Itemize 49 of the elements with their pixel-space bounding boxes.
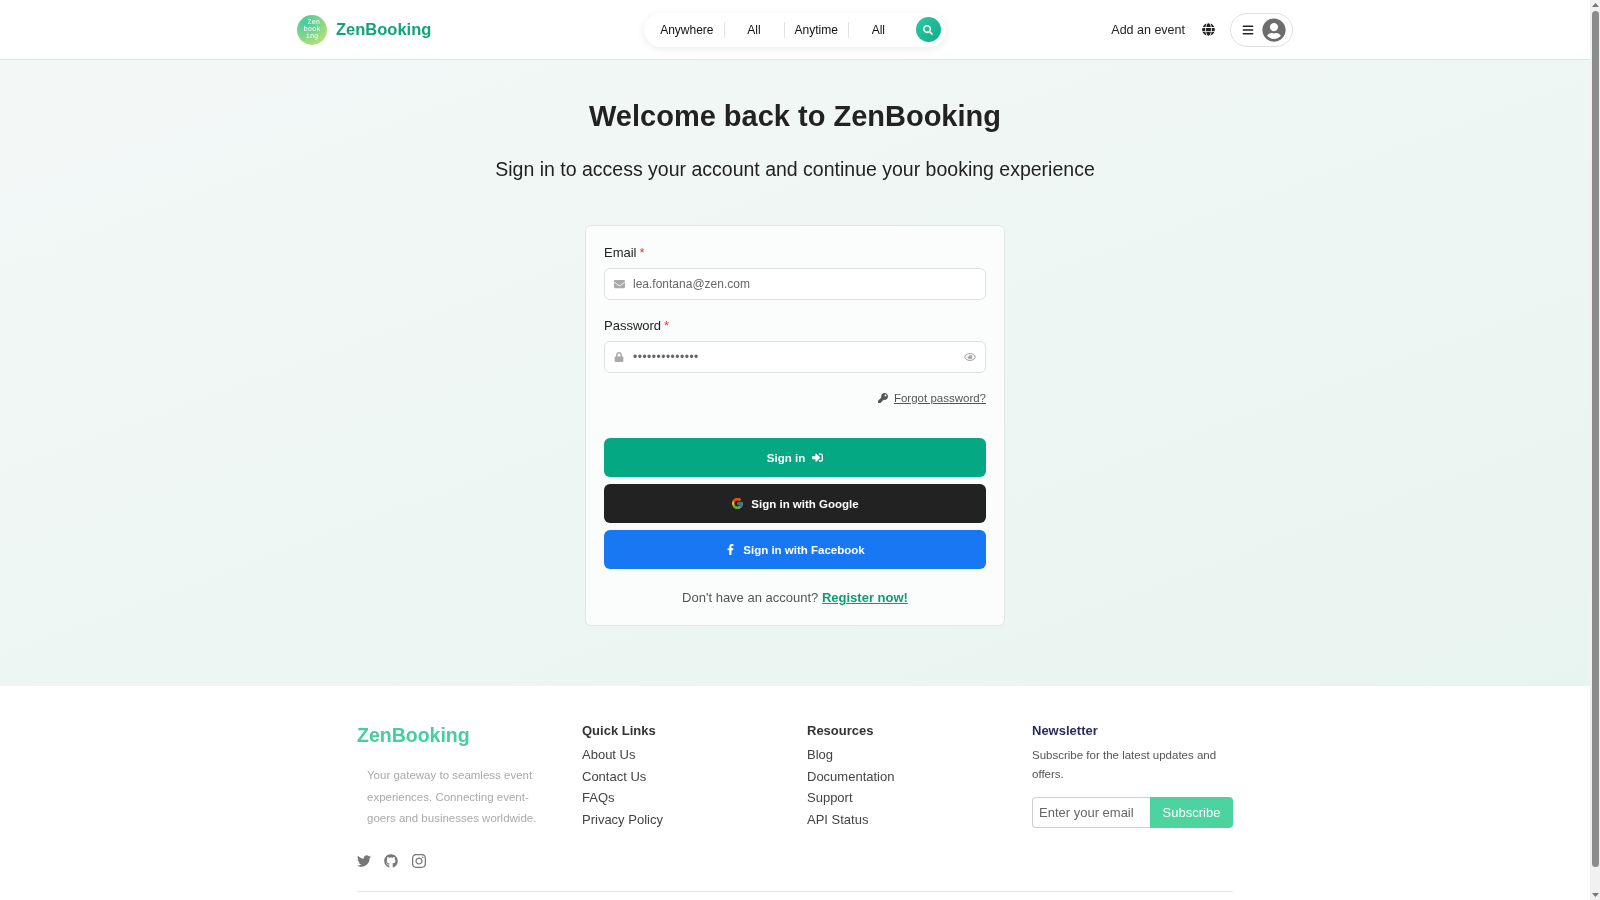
search-filter[interactable]: All xyxy=(723,21,784,38)
footer-heading: Quick Links xyxy=(582,723,657,739)
password-field[interactable]: •••••••••••••• xyxy=(604,341,986,373)
scroll-up-icon[interactable] xyxy=(1591,3,1599,7)
search-filter[interactable]: Anytime xyxy=(783,21,848,38)
footer-link[interactable]: Blog xyxy=(807,744,1032,766)
field-label: Email * xyxy=(604,245,646,261)
page-subtitle: Sign in to access your account and continue your booking experience xyxy=(495,157,1095,182)
key-icon xyxy=(877,393,888,403)
login-arrow-icon xyxy=(812,452,824,463)
footer-heading: Newsletter xyxy=(1032,723,1099,739)
search-icon xyxy=(923,24,934,35)
register-prompt: Don't have an account? Register now! xyxy=(681,590,909,605)
footer-link[interactable]: API Status xyxy=(807,808,1032,830)
avatar-icon xyxy=(1262,17,1286,42)
menu-icon xyxy=(1242,23,1254,36)
user-menu-button[interactable] xyxy=(1230,12,1293,47)
email-field[interactable]: lea.fontana@zen.com xyxy=(604,268,986,300)
lock-icon xyxy=(614,352,624,362)
github-icon[interactable] xyxy=(384,853,398,868)
search-button[interactable] xyxy=(915,17,941,42)
search-filter[interactable]: Anywhere xyxy=(650,21,724,38)
eye-icon[interactable] xyxy=(964,351,976,363)
facebook-sign-in-button[interactable]: Sign in with Facebook xyxy=(604,530,986,569)
add-event-link[interactable]: Add an event xyxy=(1111,22,1185,37)
footer-link[interactable]: Support xyxy=(807,787,1032,809)
envelope-icon xyxy=(614,278,625,290)
bird-icon[interactable] xyxy=(357,853,371,868)
globe-icon[interactable] xyxy=(1202,23,1215,36)
scrollbar[interactable] xyxy=(1590,0,1600,900)
instagram-icon[interactable] xyxy=(411,852,427,869)
footer-link[interactable]: FAQs xyxy=(582,787,807,809)
newsletter-email-field[interactable]: Enter your email xyxy=(1032,797,1150,828)
footer-link[interactable]: Privacy Policy xyxy=(582,808,807,830)
scrollbar-thumb[interactable] xyxy=(1591,11,1599,867)
page-title: Welcome back to ZenBooking xyxy=(589,99,1001,134)
search-filter[interactable]: All xyxy=(847,21,908,38)
field-label: Password * xyxy=(604,318,671,334)
forgot-password-link[interactable]: Forgot password? xyxy=(893,392,986,404)
footer-link[interactable]: About Us xyxy=(582,744,807,766)
footer-link[interactable]: Documentation xyxy=(807,765,1032,787)
google-sign-in-button[interactable]: Sign in with Google xyxy=(604,484,986,523)
newsletter-text: Subscribe for the latest updates and offers. xyxy=(1032,748,1218,782)
footer-heading: Resources xyxy=(807,723,875,739)
footer-brand: ZenBooking xyxy=(357,723,471,747)
footer-tagline: Your gateway to seamless event experiences. Connecting event-goers and businesses worldwide. xyxy=(367,768,538,826)
scroll-down-icon[interactable] xyxy=(1591,893,1599,897)
footer-link[interactable]: Contact Us xyxy=(582,765,807,787)
google-icon xyxy=(731,497,745,510)
